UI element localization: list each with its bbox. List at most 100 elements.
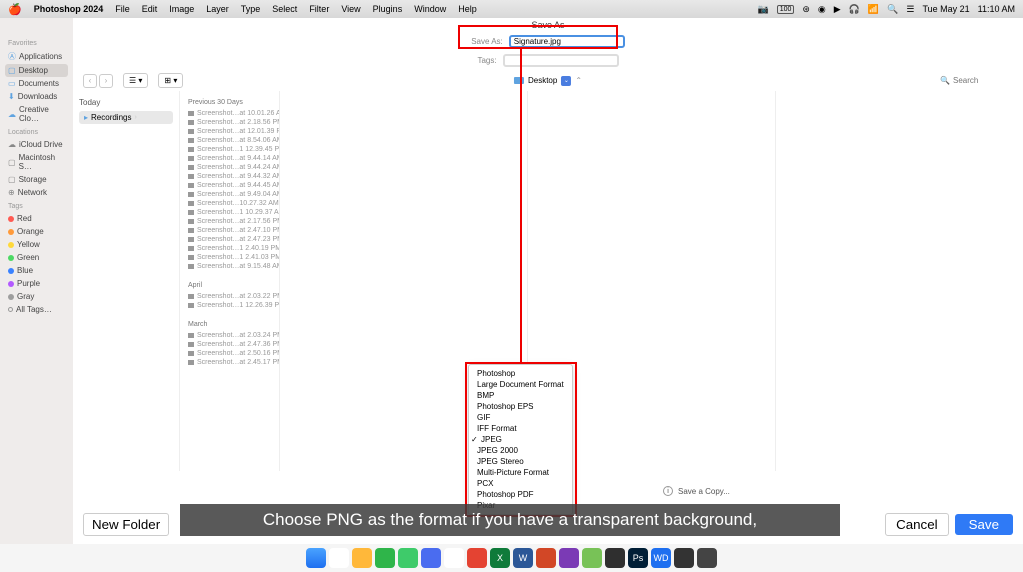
file-item[interactable]: Screenshot…at 2.18.56 PM bbox=[183, 118, 276, 127]
dock-app-17[interactable] bbox=[697, 548, 717, 568]
file-item[interactable]: Screenshot…at 8.54.06 AM bbox=[183, 136, 276, 145]
screenrec-icon[interactable]: 📷 bbox=[757, 4, 768, 15]
sidebar-tag-red[interactable]: Red bbox=[5, 212, 68, 225]
time[interactable]: 11:10 AM bbox=[978, 4, 1015, 14]
dock-app-10[interactable] bbox=[536, 548, 556, 568]
menu-window[interactable]: Window bbox=[414, 4, 446, 14]
dock-app-3[interactable] bbox=[375, 548, 395, 568]
info-icon[interactable]: i bbox=[663, 486, 673, 496]
app-name[interactable]: Photoshop 2024 bbox=[34, 4, 104, 14]
file-item[interactable]: Screenshot…1 2.41.03 PM bbox=[183, 253, 276, 262]
file-item[interactable]: Screenshot…at 2.50.16 PM bbox=[183, 349, 276, 358]
format-option-pcx[interactable]: PCX bbox=[469, 478, 572, 489]
file-item[interactable]: Screenshot…1 2.40.19 PM bbox=[183, 244, 276, 253]
dock-app-9[interactable]: W bbox=[513, 548, 533, 568]
filename-input[interactable] bbox=[509, 35, 625, 48]
dock-app-12[interactable] bbox=[582, 548, 602, 568]
sidebar-item-documents[interactable]: ▭Documents bbox=[5, 77, 68, 90]
format-option-photoshopeps[interactable]: Photoshop EPS bbox=[469, 401, 572, 412]
file-item[interactable]: Screenshot…1 12.39.45 PM bbox=[183, 145, 276, 154]
dock-app-13[interactable] bbox=[605, 548, 625, 568]
search-icon[interactable]: 🔍 bbox=[887, 4, 898, 15]
wifi-icon[interactable]: 📶 bbox=[868, 4, 879, 15]
sidebar-all-tags[interactable]: All Tags… bbox=[5, 303, 68, 316]
dock-app-15[interactable]: WD bbox=[651, 548, 671, 568]
sidebar-item-creativeclo[interactable]: ☁Creative Clo… bbox=[5, 103, 68, 125]
sidebar-item-desktop[interactable]: ▢Desktop bbox=[5, 64, 68, 77]
date[interactable]: Tue May 21 bbox=[922, 4, 969, 14]
sidebar-item-network[interactable]: ⊕Network bbox=[5, 186, 68, 199]
recordings-folder[interactable]: ▸ Recordings › bbox=[79, 111, 173, 124]
search-input[interactable] bbox=[953, 76, 1013, 85]
file-item[interactable]: Screenshot…at 2.45.17 PM bbox=[183, 358, 276, 367]
format-option-jpeg[interactable]: JPEG bbox=[469, 434, 572, 445]
back-button[interactable]: ‹ bbox=[83, 74, 97, 88]
dock-app-2[interactable] bbox=[352, 548, 372, 568]
dock-app-5[interactable] bbox=[421, 548, 441, 568]
dock-app-8[interactable]: X bbox=[490, 548, 510, 568]
format-option-iffformat[interactable]: IFF Format bbox=[469, 423, 572, 434]
sidebar-item-storage[interactable]: ▢Storage bbox=[5, 173, 68, 186]
dock-app-1[interactable] bbox=[329, 548, 349, 568]
sidebar-tag-gray[interactable]: Gray bbox=[5, 290, 68, 303]
file-item[interactable]: Screenshot…at 2.47.36 PM bbox=[183, 340, 276, 349]
headphones-icon[interactable]: 🎧 bbox=[849, 4, 860, 15]
group-button[interactable]: ⊞ ▾ bbox=[158, 73, 183, 88]
status-icon2[interactable]: ◉ bbox=[818, 4, 826, 15]
file-item[interactable]: Screenshot…at 2.03.24 PM bbox=[183, 331, 276, 340]
status-icon[interactable]: ⊛ bbox=[802, 4, 810, 15]
menu-image[interactable]: Image bbox=[169, 4, 194, 14]
dock-app-7[interactable] bbox=[467, 548, 487, 568]
format-option-largedocumentformat[interactable]: Large Document Format bbox=[469, 379, 572, 390]
forward-button[interactable]: › bbox=[99, 74, 113, 88]
file-item[interactable]: Screenshot…at 9.44.14 AM bbox=[183, 154, 276, 163]
menu-layer[interactable]: Layer bbox=[206, 4, 229, 14]
file-item[interactable]: Screenshot…at 9.44.32 AM bbox=[183, 172, 276, 181]
file-item[interactable]: Screenshot…at 12.01.39 PM bbox=[183, 127, 276, 136]
format-dropdown[interactable]: PhotoshopLarge Document FormatBMPPhotosh… bbox=[468, 364, 573, 515]
new-folder-button[interactable]: New Folder bbox=[83, 513, 169, 536]
sidebar-item-applications[interactable]: ⒶApplications bbox=[5, 49, 68, 64]
apple-menu-icon[interactable]: 🍎 bbox=[8, 3, 22, 16]
file-item[interactable]: Screenshot…at 9.44.24 AM bbox=[183, 163, 276, 172]
sidebar-tag-green[interactable]: Green bbox=[5, 251, 68, 264]
menu-help[interactable]: Help bbox=[458, 4, 477, 14]
menu-plugins[interactable]: Plugins bbox=[373, 4, 403, 14]
format-option-bmp[interactable]: BMP bbox=[469, 390, 572, 401]
cancel-button[interactable]: Cancel bbox=[885, 513, 949, 536]
menu-type[interactable]: Type bbox=[241, 4, 261, 14]
sidebar-item-macintoshs[interactable]: ▢Macintosh S… bbox=[5, 151, 68, 173]
play-icon[interactable]: ▶ bbox=[834, 4, 841, 15]
format-option-photoshop[interactable]: Photoshop bbox=[469, 368, 572, 379]
dock-app-0[interactable] bbox=[306, 548, 326, 568]
format-option-jpeg2000[interactable]: JPEG 2000 bbox=[469, 445, 572, 456]
sidebar-item-iclouddrive[interactable]: ☁iCloud Drive bbox=[5, 138, 68, 151]
file-item[interactable]: Screenshot…1 12.26.39 PM bbox=[183, 301, 276, 310]
format-option-multipictureformat[interactable]: Multi-Picture Format bbox=[469, 467, 572, 478]
file-item[interactable]: Screenshot…at 9.49.04 AM bbox=[183, 190, 276, 199]
location-dropdown-icon[interactable]: ⌄ bbox=[561, 76, 571, 86]
sidebar-tag-yellow[interactable]: Yellow bbox=[5, 238, 68, 251]
menu-view[interactable]: View bbox=[341, 4, 360, 14]
menu-select[interactable]: Select bbox=[272, 4, 297, 14]
file-item[interactable]: Screenshot…at 2.03.22 PM bbox=[183, 292, 276, 301]
sidebar-tag-purple[interactable]: Purple bbox=[5, 277, 68, 290]
dock-app-6[interactable]: 21 bbox=[444, 548, 464, 568]
dock-app-16[interactable] bbox=[674, 548, 694, 568]
save-button[interactable]: Save bbox=[955, 514, 1013, 535]
file-item[interactable]: Screenshot…at 9.44.45 AM bbox=[183, 181, 276, 190]
file-item[interactable]: Screenshot…at 10.01.26 AM bbox=[183, 109, 276, 118]
sidebar-tag-blue[interactable]: Blue bbox=[5, 264, 68, 277]
file-item[interactable]: Screenshot…at 9.15.48 AM bbox=[183, 262, 276, 271]
format-option-jpegstereo[interactable]: JPEG Stereo bbox=[469, 456, 572, 467]
file-item[interactable]: Screenshot…at 2.47.10 PM bbox=[183, 226, 276, 235]
format-option-gif[interactable]: GIF bbox=[469, 412, 572, 423]
file-item[interactable]: Screenshot…at 2.17.56 PM bbox=[183, 217, 276, 226]
location-toggle-icon[interactable]: ⌃ bbox=[575, 76, 582, 85]
file-item[interactable]: Screenshot…10.27.32 AM bbox=[183, 199, 276, 208]
save-copy-button[interactable]: Save a Copy... bbox=[678, 487, 730, 496]
sidebar-item-downloads[interactable]: ⬇Downloads bbox=[5, 90, 68, 103]
menu-filter[interactable]: Filter bbox=[309, 4, 329, 14]
menu-edit[interactable]: Edit bbox=[142, 4, 158, 14]
control-center-icon[interactable]: ☰ bbox=[906, 4, 914, 15]
